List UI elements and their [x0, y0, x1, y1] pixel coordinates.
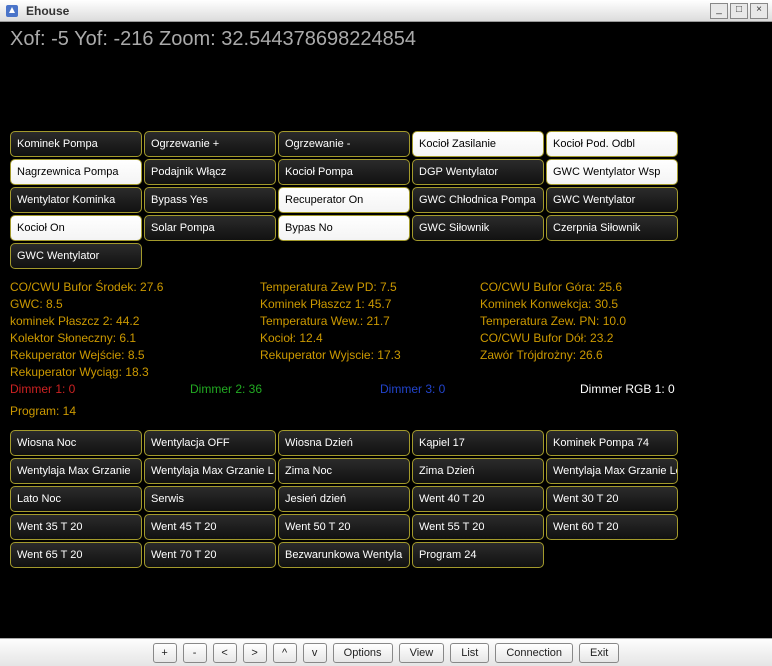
program-button[interactable]: Wentylacja OFF	[144, 430, 276, 456]
sensor-value: Kocioł: 12.4	[260, 330, 480, 347]
control-button[interactable]: Bypass Yes	[144, 187, 276, 213]
program-button[interactable]: Wentylaja Max Grzanie	[10, 458, 142, 484]
program-button[interactable]: Went 30 T 20	[546, 486, 678, 512]
control-button[interactable]: Kocioł Zasilanie	[412, 131, 544, 157]
sensor-value: Temperatura Zew. PN: 10.0	[480, 313, 710, 330]
program-button[interactable]: Lato Noc	[10, 486, 142, 512]
pan-left-button[interactable]: <	[213, 643, 237, 663]
control-button[interactable]: GWC Wentylator Wsp	[546, 159, 678, 185]
program-line: Program: 14	[10, 404, 762, 418]
program-button[interactable]: Kąpiel 17	[412, 430, 544, 456]
control-button[interactable]: Bypas No	[278, 215, 410, 241]
program-button[interactable]: Zima Dzień	[412, 458, 544, 484]
sensor-value: CO/CWU Bufor Dół: 23.2	[480, 330, 710, 347]
program-button[interactable]: Went 65 T 20	[10, 542, 142, 568]
program-button[interactable]: Went 45 T 20	[144, 514, 276, 540]
control-grid-lower: Wiosna NocWentylacja OFFWiosna DzieńKąpi…	[10, 430, 762, 568]
program-button[interactable]: Went 70 T 20	[144, 542, 276, 568]
control-button[interactable]: Ogrzewanie +	[144, 131, 276, 157]
connection-button[interactable]: Connection	[495, 643, 573, 663]
close-button[interactable]: ×	[750, 3, 768, 19]
dimmer-1: Dimmer 1: 0	[10, 382, 190, 396]
program-button[interactable]: Wiosna Dzień	[278, 430, 410, 456]
sensor-value: Kominek Konwekcja: 30.5	[480, 296, 710, 313]
dimmer-3: Dimmer 3: 0	[380, 382, 580, 396]
sensor-value: Temperatura Zew PD: 7.5	[260, 279, 480, 296]
control-button[interactable]: GWC Wentylator	[546, 187, 678, 213]
program-button[interactable]: Wentylaja Max Grzanie Level 2	[546, 458, 678, 484]
program-button[interactable]: Zima Noc	[278, 458, 410, 484]
sensor-value: Rekuperator Wyciąg: 18.3	[10, 364, 260, 381]
dimmer-row: Dimmer 1: 0 Dimmer 2: 36 Dimmer 3: 0 Dim…	[10, 382, 762, 396]
sensor-value: GWC: 8.5	[10, 296, 260, 313]
control-button[interactable]: Podajnik Włącz	[144, 159, 276, 185]
window-controls: _ □ ×	[710, 3, 768, 19]
sensor-value: Rekuperator Wejście: 8.5	[10, 347, 260, 364]
view-button[interactable]: View	[399, 643, 445, 663]
app-icon	[4, 3, 20, 19]
control-button[interactable]: Ogrzewanie -	[278, 131, 410, 157]
control-button[interactable]: GWC Siłownik	[412, 215, 544, 241]
sensor-value: CO/CWU Bufor Środek: 27.6	[10, 279, 260, 296]
zoom-in-button[interactable]: +	[153, 643, 177, 663]
program-button[interactable]: Program 24	[412, 542, 544, 568]
window-title: Ehouse	[26, 4, 710, 18]
dimmer-2: Dimmer 2: 36	[190, 382, 380, 396]
program-button[interactable]: Went 60 T 20	[546, 514, 678, 540]
sensor-value: kominek Płaszcz 2: 44.2	[10, 313, 260, 330]
minimize-button[interactable]: _	[710, 3, 728, 19]
control-button[interactable]: Kocioł Pod. Odbl	[546, 131, 678, 157]
control-button[interactable]: Nagrzewnica Pompa	[10, 159, 142, 185]
control-button[interactable]: Kocioł On	[10, 215, 142, 241]
sensor-column-1: CO/CWU Bufor Środek: 27.6GWC: 8.5kominek…	[10, 279, 260, 381]
dimmer-rgb: Dimmer RGB 1: 0	[580, 382, 675, 396]
program-button[interactable]: Bezwarunkowa Wentyla	[278, 542, 410, 568]
control-button[interactable]: Solar Pompa	[144, 215, 276, 241]
program-button[interactable]: Jesień dzień	[278, 486, 410, 512]
sensor-value: Kominek Płaszcz 1: 45.7	[260, 296, 480, 313]
program-button[interactable]: Wentylaja Max Grzanie L	[144, 458, 276, 484]
maximize-button[interactable]: □	[730, 3, 748, 19]
sensor-value: Kolektor Słoneczny: 6.1	[10, 330, 260, 347]
zoom-out-button[interactable]: -	[183, 643, 207, 663]
program-button[interactable]: Went 40 T 20	[412, 486, 544, 512]
control-button[interactable]: GWC Wentylator	[10, 243, 142, 269]
sensor-value: Rekuperator Wyjscie: 17.3	[260, 347, 480, 364]
bottom-toolbar: + - < > ^ v Options View List Connection…	[0, 638, 772, 666]
sensor-column-3: CO/CWU Bufor Góra: 25.6Kominek Konwekcja…	[480, 279, 710, 381]
program-button[interactable]: Went 35 T 20	[10, 514, 142, 540]
pan-down-button[interactable]: v	[303, 643, 327, 663]
window-titlebar: Ehouse _ □ ×	[0, 0, 772, 22]
list-button[interactable]: List	[450, 643, 489, 663]
control-button[interactable]: Recuperator On	[278, 187, 410, 213]
coords-readout: Xof: -5 Yof: -216 Zoom: 32.5443786982248…	[10, 28, 762, 51]
pan-right-button[interactable]: >	[243, 643, 267, 663]
sensor-readouts: CO/CWU Bufor Środek: 27.6GWC: 8.5kominek…	[10, 279, 762, 381]
sensor-value: Zawór Trójdrożny: 26.6	[480, 347, 710, 364]
control-button[interactable]: DGP Wentylator	[412, 159, 544, 185]
control-button[interactable]: GWC Chłodnica Pompa	[412, 187, 544, 213]
program-button[interactable]: Wiosna Noc	[10, 430, 142, 456]
program-button[interactable]: Went 50 T 20	[278, 514, 410, 540]
main-content: Xof: -5 Yof: -216 Zoom: 32.5443786982248…	[0, 22, 772, 638]
program-button[interactable]: Kominek Pompa 74	[546, 430, 678, 456]
options-button[interactable]: Options	[333, 643, 393, 663]
sensor-column-2: Temperatura Zew PD: 7.5Kominek Płaszcz 1…	[260, 279, 480, 381]
pan-up-button[interactable]: ^	[273, 643, 297, 663]
program-button[interactable]: Serwis	[144, 486, 276, 512]
control-button[interactable]: Kominek Pompa	[10, 131, 142, 157]
control-grid-top: Kominek PompaOgrzewanie +Ogrzewanie -Koc…	[10, 131, 762, 269]
program-button[interactable]: Went 55 T 20	[412, 514, 544, 540]
sensor-value: Temperatura Wew.: 21.7	[260, 313, 480, 330]
control-button[interactable]: Wentylator Kominka	[10, 187, 142, 213]
control-button[interactable]: Kocioł Pompa	[278, 159, 410, 185]
control-button[interactable]: Czerpnia Siłownik	[546, 215, 678, 241]
sensor-value: CO/CWU Bufor Góra: 25.6	[480, 279, 710, 296]
exit-button[interactable]: Exit	[579, 643, 619, 663]
